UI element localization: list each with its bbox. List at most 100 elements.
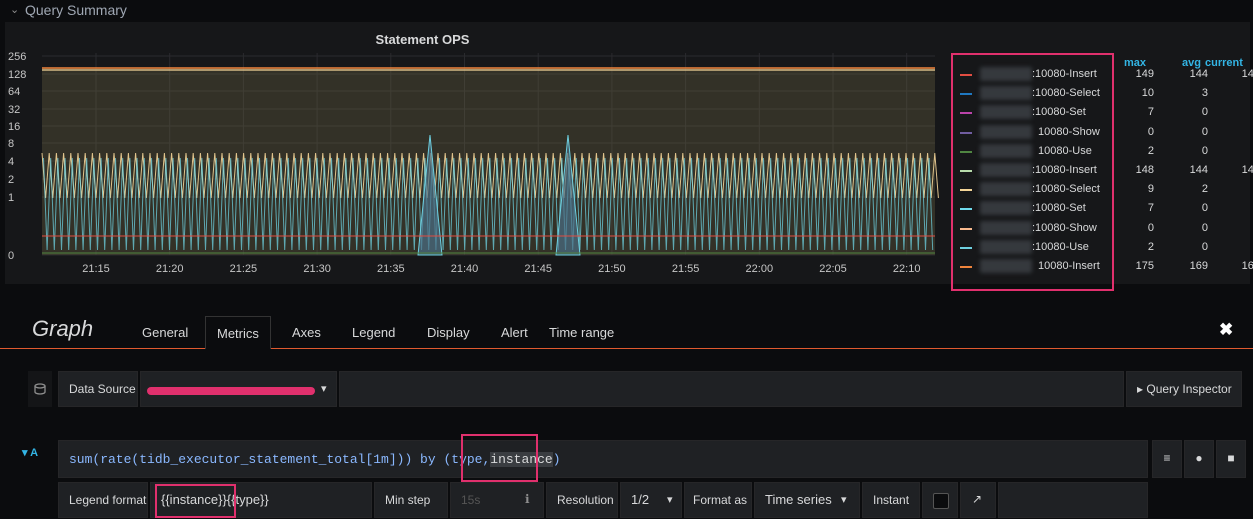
y-tick-label: 32	[8, 104, 20, 116]
query-expression-input[interactable]: sum(rate(tidb_executor_statement_total[1…	[58, 440, 1148, 478]
editor-header: Graph General Metrics Axes Legend Displa…	[0, 300, 1253, 349]
x-tick-label: 22:00	[746, 263, 774, 275]
legend-value-max: 0	[1147, 221, 1154, 234]
y-tick-label: 64	[8, 86, 20, 98]
instant-checkbox[interactable]	[933, 493, 949, 509]
close-icon[interactable]: ✖	[1219, 320, 1233, 340]
legend-value-avg: 2	[1201, 183, 1208, 196]
legend-highlight-box	[951, 53, 1114, 291]
format-as-value: Time series	[765, 492, 832, 507]
y-tick-label: 128	[8, 69, 26, 81]
format-as-select[interactable]: Time series ▾	[754, 482, 860, 518]
instant-checkbox-cell	[922, 482, 958, 518]
x-tick-label: 21:25	[230, 263, 258, 275]
info-icon[interactable]: ℹ	[525, 492, 530, 506]
y-tick-label: 0	[8, 250, 14, 262]
legend-value-current: 143	[1241, 164, 1253, 176]
x-tick-label: 21:40	[451, 263, 479, 275]
legend-value-current: 0	[1230, 241, 1253, 253]
legend-value-max: 148	[1135, 164, 1154, 176]
tab-metrics[interactable]: Metrics	[205, 316, 271, 349]
external-link-cell: ↗	[960, 482, 996, 518]
legend-value-max: 175	[1135, 260, 1154, 272]
legend-value-max: 0	[1147, 125, 1154, 138]
legend-value-avg: 0	[1201, 106, 1208, 119]
data-source-select[interactable]: ▾	[140, 371, 337, 407]
menu-icon[interactable]: ≡	[1152, 440, 1182, 478]
legend-format-label: Legend format	[58, 482, 148, 518]
legend-value-current: 0	[1230, 126, 1253, 138]
x-tick-label: 21:15	[82, 263, 110, 275]
tab-time-range[interactable]: Time range	[549, 325, 614, 340]
query-ref-toggle[interactable]: ▾ A	[22, 446, 38, 459]
query-inspector-button[interactable]: ▸ Query Inspector	[1126, 371, 1242, 407]
legend-value-current: 2	[1230, 87, 1253, 99]
y-tick-label: 256	[8, 51, 26, 63]
x-tick-label: 22:10	[893, 263, 921, 275]
legend-value-avg: 0	[1201, 221, 1208, 234]
legend-value-current: 0	[1230, 106, 1253, 118]
y-tick-label: 1	[8, 192, 14, 204]
instance-highlight-box	[461, 434, 538, 482]
chevron-down-icon[interactable]: ▾	[841, 483, 847, 517]
chevron-down-icon[interactable]: ▾	[321, 382, 327, 395]
tab-legend[interactable]: Legend	[352, 325, 395, 340]
legend-value-avg: 144	[1189, 68, 1208, 80]
legend-value-avg: 144	[1189, 164, 1208, 176]
x-tick-label: 21:45	[524, 263, 552, 275]
legend-value-avg: 3	[1201, 87, 1208, 100]
legend-value-current: 166	[1241, 260, 1253, 272]
eye-icon[interactable]: ●	[1184, 440, 1214, 478]
legend-value-current: 145	[1241, 68, 1253, 80]
format-as-label: Format as	[684, 482, 752, 518]
legend-value-max: 7	[1147, 106, 1154, 119]
legend-value-current: 0	[1230, 202, 1253, 214]
instant-label: Instant	[862, 482, 920, 518]
data-source-row-spacer	[339, 371, 1124, 407]
data-source-label: Data Source	[58, 371, 138, 407]
legend-format-highlight-box	[155, 484, 236, 518]
min-step-placeholder: 15s	[461, 493, 481, 507]
legend-value-current: 0	[1230, 222, 1253, 234]
x-tick-label: 21:30	[303, 263, 331, 275]
x-tick-label: 21:50	[598, 263, 626, 275]
legend-value-avg: 0	[1201, 202, 1208, 215]
query-expr-prefix: sum(rate(tidb_executor_statement_total[1…	[69, 452, 491, 467]
external-link-icon[interactable]: ↗	[972, 492, 982, 506]
legend-value-max: 10	[1141, 87, 1154, 100]
legend-value-max: 149	[1135, 68, 1154, 80]
legend-value-current: 0	[1230, 183, 1253, 195]
min-step-input[interactable]: 15s ℹ	[450, 482, 544, 518]
y-tick-label: 4	[8, 156, 14, 168]
redaction-mark	[147, 387, 315, 395]
tab-general[interactable]: General	[142, 325, 188, 340]
trash-icon[interactable]: ■	[1216, 440, 1246, 478]
y-tick-label: 2	[8, 174, 14, 186]
options-row-spacer	[998, 482, 1148, 518]
legend-value-avg: 0	[1201, 125, 1208, 138]
legend-value-max: 7	[1147, 202, 1154, 215]
resolution-value: 1/2	[631, 492, 650, 507]
tab-alert[interactable]: Alert	[501, 325, 528, 340]
x-tick-label: 21:20	[156, 263, 184, 275]
tab-axes[interactable]: Axes	[292, 325, 321, 340]
resolution-label: Resolution	[546, 482, 618, 518]
y-tick-label: 16	[8, 121, 20, 133]
query-expr-suffix: )	[552, 452, 561, 467]
tab-display[interactable]: Display	[427, 325, 470, 340]
editor-title: Graph	[32, 316, 94, 341]
database-icon	[28, 371, 52, 407]
legend-value-max: 9	[1147, 183, 1154, 196]
legend-value-current: 0	[1230, 145, 1253, 157]
chevron-down-icon[interactable]: ▾	[667, 483, 673, 517]
resolution-select[interactable]: 1/2 ▾	[620, 482, 682, 518]
legend-value-avg: 0	[1201, 144, 1208, 157]
x-tick-label: 21:35	[377, 263, 405, 275]
x-tick-label: 22:05	[819, 263, 847, 275]
legend-value-avg: 0	[1201, 240, 1208, 253]
legend-value-max: 2	[1147, 240, 1154, 253]
min-step-label: Min step	[374, 482, 448, 518]
legend-value-max: 2	[1147, 144, 1154, 157]
y-tick-label: 8	[8, 138, 14, 150]
x-tick-label: 21:55	[672, 263, 700, 275]
